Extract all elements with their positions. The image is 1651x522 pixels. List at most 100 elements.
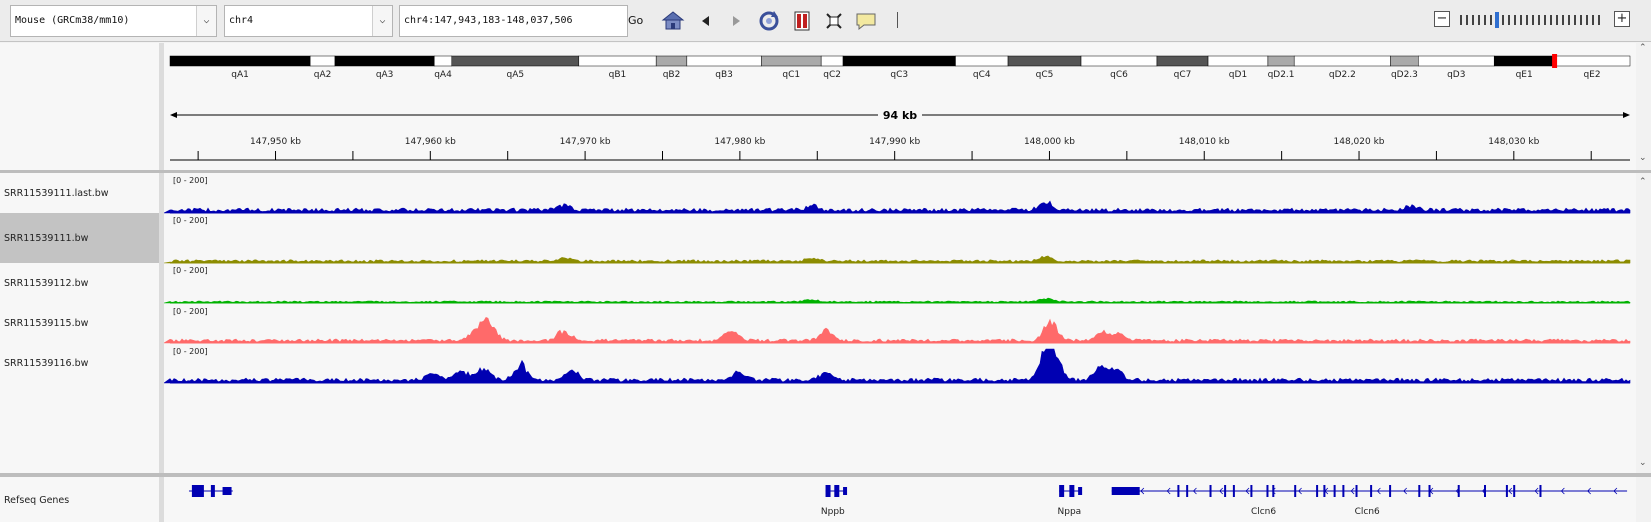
gene-exon [825, 485, 831, 497]
zoom-tick [1460, 15, 1462, 25]
gene-exon [1250, 485, 1253, 497]
track-name-3[interactable]: SRR11539112.bw [4, 278, 88, 289]
zoom-tick [1514, 15, 1516, 25]
gene-exon [1484, 485, 1486, 497]
header-scrollbar[interactable]: ⌃ ⌄ [1636, 43, 1651, 170]
ideogram-band-label: qC4 [973, 70, 991, 80]
coverage-signal [164, 200, 1631, 214]
zoom-tick [1520, 15, 1522, 25]
ideogram-band [169, 55, 311, 67]
ideogram-band-label: qA1 [231, 70, 249, 80]
ideogram-band [451, 55, 580, 67]
igv-window: Mouse (GRCm38/mm10) ⌵ chr4 ⌵ chr4:147,94… [0, 0, 1651, 522]
zoom-in-button[interactable]: + [1614, 11, 1630, 27]
ruler-tick-label: 147,950 kb [250, 137, 301, 147]
track-name-2[interactable]: SRR11539111.bw [4, 233, 88, 244]
gene-exon [1513, 485, 1516, 497]
track-name-5[interactable]: SRR11539116.bw [4, 358, 88, 369]
ideogram-band-label: qA2 [314, 70, 332, 80]
back-icon[interactable] [693, 8, 719, 34]
genome-value: Mouse (GRCm38/mm10) [15, 15, 130, 26]
ideogram-band-label: qA4 [434, 70, 452, 80]
popup-info-icon[interactable] [853, 8, 879, 34]
zoom-tick [1556, 15, 1558, 25]
coverage-signal [164, 255, 1631, 264]
gene-exon [1232, 485, 1235, 497]
refresh-icon[interactable] [756, 8, 782, 34]
ideogram-band [955, 55, 1009, 67]
fit-window-icon[interactable] [821, 8, 847, 34]
zoom-out-button[interactable]: − [1434, 11, 1450, 27]
chevron-down-icon[interactable]: ⌵ [372, 6, 392, 36]
span-label: 94 kb [883, 109, 917, 122]
ideogram-band [1207, 55, 1269, 67]
data-scrollbar[interactable]: ⌃ ⌄ [1636, 173, 1651, 473]
ruler-tick-label: 147,970 kb [560, 137, 611, 147]
go-button[interactable]: Go [628, 10, 646, 32]
gene-exon [1457, 485, 1460, 497]
ruler-tick-label: 147,990 kb [869, 137, 920, 147]
ruler-tick-label: 148,010 kb [1179, 137, 1230, 147]
ideogram-band-label: qD2.3 [1391, 70, 1418, 80]
gene-exon [1355, 485, 1358, 497]
ideogram-band-label: qA3 [376, 70, 394, 80]
ruler-tick-label: 148,030 kb [1488, 137, 1539, 147]
zoom-thumb [1495, 12, 1499, 28]
gene-exon [1069, 485, 1075, 497]
gene-exon [210, 485, 215, 497]
ideogram-band [1493, 55, 1555, 67]
zoom-tick [1478, 15, 1480, 25]
ideogram-band [1156, 55, 1209, 67]
zoom-tick [1568, 15, 1570, 25]
ideogram-band [1553, 55, 1631, 67]
ideogram-band-label: qD1 [1229, 70, 1247, 80]
ideogram-band [1080, 55, 1158, 67]
ideogram-band [686, 55, 762, 67]
track-name-1[interactable]: SRR11539111.last.bw [4, 188, 109, 199]
ideogram-band-label: qC1 [782, 70, 800, 80]
zoom-tick [1538, 15, 1540, 25]
gene-exon [1111, 487, 1140, 495]
zoom-tick [1472, 15, 1474, 25]
chromosome-select[interactable]: chr4 ⌵ [224, 5, 393, 37]
forward-icon[interactable] [723, 8, 749, 34]
gene-label: Nppb [821, 507, 845, 517]
header-panel[interactable]: qA1 qA2 qA3 qA4 qA5 qB1 qB2 qB3 qC1 qC2 qC3 qC4 qC5 q… [164, 43, 1636, 170]
chevron-down-icon[interactable]: ⌵ [196, 6, 216, 36]
genome-select[interactable]: Mouse (GRCm38/mm10) ⌵ [10, 5, 217, 37]
track-range-2: [0 - 200] [173, 216, 208, 225]
region-icon[interactable] [789, 8, 815, 34]
ruler-tick-label: 147,980 kb [714, 137, 765, 147]
zoom-tick [1484, 15, 1486, 25]
gene-scrollbar[interactable] [1636, 477, 1651, 522]
zoom-tick [1526, 15, 1528, 25]
ideogram-band [1293, 55, 1391, 67]
data-panel[interactable] [164, 173, 1636, 473]
track-range-3: [0 - 200] [173, 266, 208, 275]
locus-value: chr4:147,943,183-148,037,506 [404, 15, 573, 26]
track-name-panel: SRR11539111.last.bw SRR11539111.bw SRR11… [0, 173, 159, 473]
gene-panel[interactable]: Nppb Nppa Clcn6 Clcn6 [164, 477, 1636, 522]
zoom-tick [1598, 15, 1600, 25]
home-icon[interactable] [660, 8, 686, 34]
ideogram-band [655, 55, 688, 67]
zoom-tick [1466, 15, 1468, 25]
coverage-signal [164, 348, 1631, 384]
zoom-tick [1580, 15, 1582, 25]
gene-exon [222, 487, 232, 495]
header-name-panel [0, 43, 159, 170]
locus-input[interactable]: chr4:147,943,183-148,037,506 [399, 5, 628, 37]
ideogram-band-label: qE1 [1516, 70, 1533, 80]
gene-label: Clcn6 [1251, 507, 1276, 517]
ideogram-band [578, 55, 657, 67]
ruler-tick-label: 148,000 kb [1024, 137, 1075, 147]
zoom-tick [1592, 15, 1594, 25]
refseq-track-name[interactable]: Refseq Genes [4, 495, 69, 506]
zoom-slider[interactable] [1456, 12, 1606, 28]
gene-exon [1209, 485, 1212, 497]
toolbar: Mouse (GRCm38/mm10) ⌵ chr4 ⌵ chr4:147,94… [0, 0, 1651, 42]
gene-exon [1333, 485, 1336, 497]
ideogram-band-label: qA5 [506, 70, 524, 80]
track-name-4[interactable]: SRR11539115.bw [4, 318, 88, 329]
gene-exon [1539, 485, 1542, 497]
